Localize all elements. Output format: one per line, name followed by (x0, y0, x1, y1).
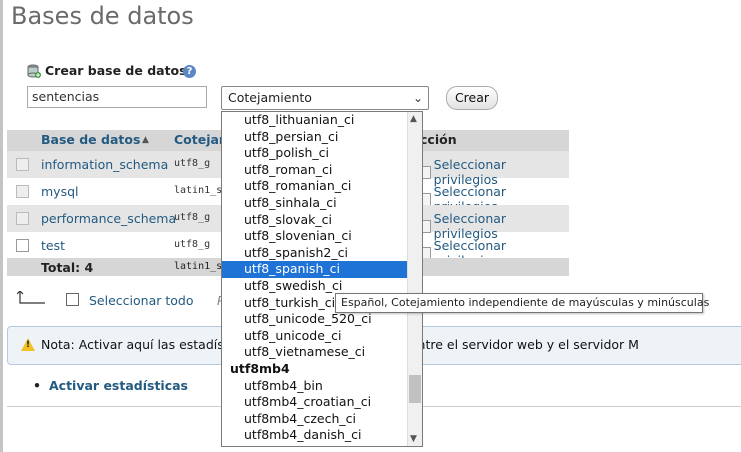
scroll-down-icon[interactable]: ▼ (410, 434, 417, 444)
collation-option[interactable]: utf8_unicode_ci (222, 328, 407, 345)
collation-tooltip: Español, Cotejamiento independiente de m… (335, 293, 709, 313)
select-all-checkbox[interactable] (66, 293, 79, 306)
create-button[interactable]: Crear (446, 86, 498, 110)
total-label: Total: 4 (41, 260, 94, 275)
collation-option[interactable]: utf8_spanish_ci (222, 261, 407, 278)
collation-option[interactable]: utf8_vietnamese_ci (222, 344, 407, 361)
create-db-text: Crear base de datos (45, 63, 187, 78)
enable-stats-link[interactable]: Activar estadísticas (33, 378, 188, 393)
left-border (0, 0, 3, 452)
collation-option[interactable]: utf8_roman_ci (222, 162, 407, 179)
scroll-up-icon[interactable]: ▲ (410, 114, 417, 124)
db-collation: utf8_g (174, 158, 211, 169)
option-group-label: utf8mb4 (230, 360, 290, 376)
db-name-link[interactable]: test (41, 238, 65, 253)
collation-option[interactable]: utf8mb4_croatian_ci (222, 394, 407, 411)
row-checkbox (16, 212, 29, 225)
collation-select-value: Cotejamiento (228, 90, 312, 105)
db-name-input[interactable]: sentencias (27, 86, 207, 108)
collation-dropdown-list[interactable]: utf8_lithuanian_ci utf8_persian_ci utf8_po… (221, 111, 423, 447)
row-checkbox (16, 158, 29, 171)
collation-option[interactable]: utf8mb4_czech_ci (222, 411, 407, 428)
collation-option[interactable]: utf8_slovenian_ci (222, 228, 407, 245)
collation-option[interactable]: utf8_lithuanian_ci (222, 112, 407, 129)
create-db-label: Crear base de datos (27, 63, 187, 78)
collation-select[interactable]: Cotejamiento ⌄ (221, 86, 429, 110)
db-name-link[interactable]: mysql (41, 184, 79, 199)
row-checkbox[interactable] (16, 239, 29, 252)
db-name-link[interactable]: information_schema (41, 157, 168, 172)
collation-option[interactable]: utf8_slovak_ci (222, 212, 407, 229)
db-collation: utf8_g (174, 239, 211, 250)
dropdown-scrollbar[interactable]: ▲ ▼ (407, 112, 422, 446)
page-title: Bases de datos (11, 2, 194, 30)
total-collation: latin1_s (174, 261, 223, 272)
arrow-ltr-icon (17, 291, 45, 304)
collation-option[interactable]: utf8_polish_ci (222, 145, 407, 162)
warning-mark: ! (26, 340, 31, 350)
collation-option[interactable]: utf8_romanian_ci (222, 178, 407, 195)
header-database-name[interactable]: Base de datos (41, 132, 140, 147)
sort-asc-icon[interactable]: ▲ (142, 135, 149, 145)
db-name-link[interactable]: performance_schema (41, 211, 176, 226)
collation-option[interactable]: utf8_persian_ci (222, 129, 407, 146)
help-icon[interactable]: ? (183, 65, 196, 78)
database-add-icon (27, 64, 41, 78)
collation-option[interactable]: utf8mb4_danish_ci (222, 427, 407, 444)
header-action: cción (420, 132, 457, 147)
row-checkbox (16, 185, 29, 198)
chevron-down-icon: ⌄ (412, 91, 423, 105)
db-collation: latin1_s (174, 185, 223, 196)
dropdown-options: utf8_lithuanian_ci utf8_persian_ci utf8_po… (222, 112, 407, 444)
collation-option[interactable]: utf8_sinhala_ci (222, 195, 407, 212)
collation-option[interactable]: utf8mb4_bin (222, 378, 407, 395)
db-collation: utf8_g (174, 212, 211, 223)
select-all-label[interactable]: Seleccionar todo (89, 293, 193, 308)
scrollbar-thumb[interactable] (409, 375, 421, 403)
notice-text-left: Nota: Activar aquí las estadísti (41, 337, 233, 352)
collation-option[interactable]: utf8_unicode_520_ci (222, 311, 407, 328)
collation-option[interactable]: utf8_spanish2_ci (222, 245, 407, 262)
